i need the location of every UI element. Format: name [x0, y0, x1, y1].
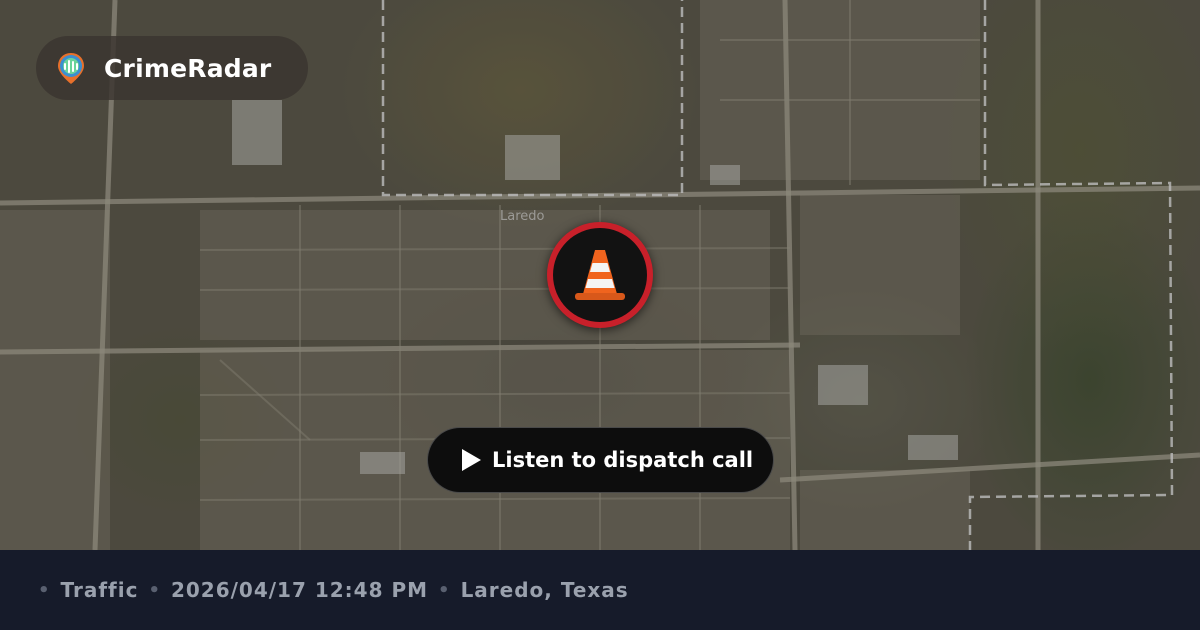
separator-dot: • — [438, 579, 451, 601]
listen-dispatch-button[interactable]: Listen to dispatch call — [427, 427, 774, 493]
radar-pin-logo-icon — [58, 53, 84, 84]
incident-marker[interactable] — [547, 222, 653, 328]
incident-marker-core — [553, 228, 647, 322]
brand-name: CrimeRadar — [104, 53, 272, 83]
play-icon — [462, 449, 481, 471]
incident-datetime: 2026/04/17 12:48 PM — [170, 578, 429, 602]
incident-info-bar: • Traffic • 2026/04/17 12:48 PM • Laredo… — [0, 550, 1200, 630]
incident-meta: • Traffic • 2026/04/17 12:48 PM • Laredo… — [38, 578, 639, 602]
separator-dot: • — [148, 579, 161, 601]
listen-dispatch-label: Listen to dispatch call — [492, 448, 754, 472]
brand-badge[interactable]: CrimeRadar — [36, 36, 308, 100]
incident-category: Traffic — [60, 578, 139, 602]
traffic-cone-icon — [575, 250, 625, 300]
incident-location: Laredo, Texas — [460, 578, 629, 602]
separator-dot: • — [38, 579, 51, 601]
